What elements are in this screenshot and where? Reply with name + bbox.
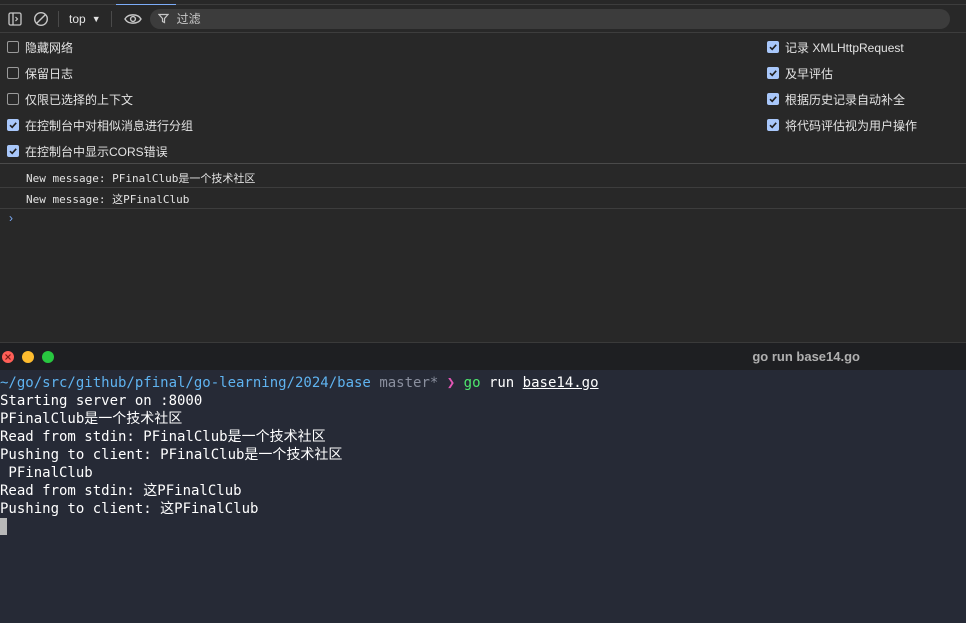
checkbox-checked[interactable]: [7, 145, 19, 157]
checkbox-checked[interactable]: [7, 119, 19, 131]
sidebar-toggle-icon[interactable]: [4, 8, 26, 30]
prompt-arrow: ❯: [446, 375, 456, 391]
setting-selected-context-only[interactable]: 仅限已选择的上下文: [7, 91, 133, 107]
text-cursor: [0, 518, 7, 535]
zoom-window-button[interactable]: [42, 351, 54, 363]
output-line: PFinalClub是一个技术社区: [0, 411, 183, 427]
filter-funnel-icon: [157, 13, 169, 24]
checkbox-checked[interactable]: [767, 93, 779, 105]
terminal-title: go run base14.go: [752, 349, 860, 364]
output-line: Pushing to client: 这PFinalClub: [0, 501, 259, 517]
prompt-git-branch: master*: [379, 375, 439, 391]
console-message: New message: 这PFinalClub: [26, 193, 190, 206]
message-divider: [0, 187, 966, 188]
terminal-titlebar: go run base14.go: [0, 342, 966, 370]
filter-input[interactable]: [174, 10, 879, 27]
checkbox[interactable]: [7, 41, 19, 53]
setting-hide-network[interactable]: 隐藏网络: [7, 39, 73, 55]
prompt-path: ~/go/src/github/pfinal/go-learning/2024/…: [0, 375, 371, 391]
setting-label: 仅限已选择的上下文: [25, 92, 134, 107]
prompt-command: go: [463, 375, 481, 391]
setting-group-similar[interactable]: 在控制台中对相似消息进行分组: [7, 117, 193, 133]
close-window-button[interactable]: [2, 351, 14, 363]
shell-prompt-line: ~/go/src/github/pfinal/go-learning/2024/…: [0, 374, 966, 392]
minimize-window-button[interactable]: [22, 351, 34, 363]
console-message: New message: PFinalClub是一个技术社区: [26, 172, 256, 185]
console-prompt-chevron-icon[interactable]: ›: [9, 211, 13, 225]
output-line: PFinalClub: [0, 465, 93, 481]
terminal-window: go run base14.go ~/go/src/github/pfinal/…: [0, 342, 966, 623]
setting-label: 隐藏网络: [25, 40, 74, 55]
setting-label: 将代码评估视为用户操作: [785, 118, 918, 133]
setting-autocomplete-history[interactable]: 根据历史记录自动补全: [767, 91, 905, 107]
devtools-console-panel: top ▼ 隐藏网络 保留日志 仅限已选择的上下文 在控制台中对相似消息进行分组: [0, 0, 966, 342]
setting-label: 记录 XMLHttpRequest: [785, 40, 904, 55]
setting-treat-eval-as-user-action[interactable]: 将代码评估视为用户操作: [767, 117, 917, 133]
setting-eager-evaluation[interactable]: 及早评估: [767, 65, 833, 81]
checkmark-icon: [769, 122, 777, 129]
checkbox[interactable]: [7, 67, 19, 79]
checkmark-icon: [9, 122, 17, 129]
setting-label: 根据历史记录自动补全: [785, 92, 906, 107]
filter-box[interactable]: [149, 8, 950, 29]
checkmark-icon: [769, 70, 777, 77]
close-icon: [5, 354, 11, 360]
cursor-line: [0, 518, 966, 536]
prompt-subcommand: run: [488, 375, 515, 391]
checkbox-checked[interactable]: [767, 41, 779, 53]
output-line: Read from stdin: 这PFinalClub: [0, 483, 242, 499]
checkmark-icon: [769, 96, 777, 103]
checkmark-icon: [769, 44, 777, 51]
clear-console-icon[interactable]: [30, 8, 52, 30]
setting-log-xmlhttprequest[interactable]: 记录 XMLHttpRequest: [767, 39, 904, 55]
checkmark-icon: [9, 148, 17, 155]
toolbar-divider: [110, 10, 112, 27]
setting-preserve-log[interactable]: 保留日志: [7, 65, 73, 81]
setting-show-cors-errors[interactable]: 在控制台中显示CORS错误: [7, 143, 168, 159]
terminal-output[interactable]: ~/go/src/github/pfinal/go-learning/2024/…: [0, 374, 966, 536]
prompt-argument-file: base14.go: [522, 375, 599, 391]
message-divider: [0, 208, 966, 209]
live-expression-eye-icon[interactable]: [122, 8, 144, 30]
output-line: Starting server on :8000: [0, 393, 203, 409]
console-settings-pane: 隐藏网络 保留日志 仅限已选择的上下文 在控制台中对相似消息进行分组 在控制台中…: [0, 33, 966, 164]
context-selector-label: top: [69, 11, 86, 26]
checkbox-checked[interactable]: [767, 67, 779, 79]
output-line: Pushing to client: PFinalClub是一个技术社区: [0, 447, 343, 463]
checkbox-checked[interactable]: [767, 119, 779, 131]
setting-label: 在控制台中显示CORS错误: [25, 144, 168, 159]
toolbar-divider: [58, 10, 59, 27]
output-line: Read from stdin: PFinalClub是一个技术社区: [0, 429, 326, 445]
caret-down-icon: ▼: [91, 13, 101, 24]
context-selector[interactable]: top ▼: [65, 8, 105, 30]
checkbox[interactable]: [7, 93, 19, 105]
console-toolbar: top ▼: [0, 5, 966, 33]
setting-label: 保留日志: [25, 66, 74, 81]
setting-label: 在控制台中对相似消息进行分组: [25, 118, 194, 133]
setting-label: 及早评估: [785, 66, 834, 81]
